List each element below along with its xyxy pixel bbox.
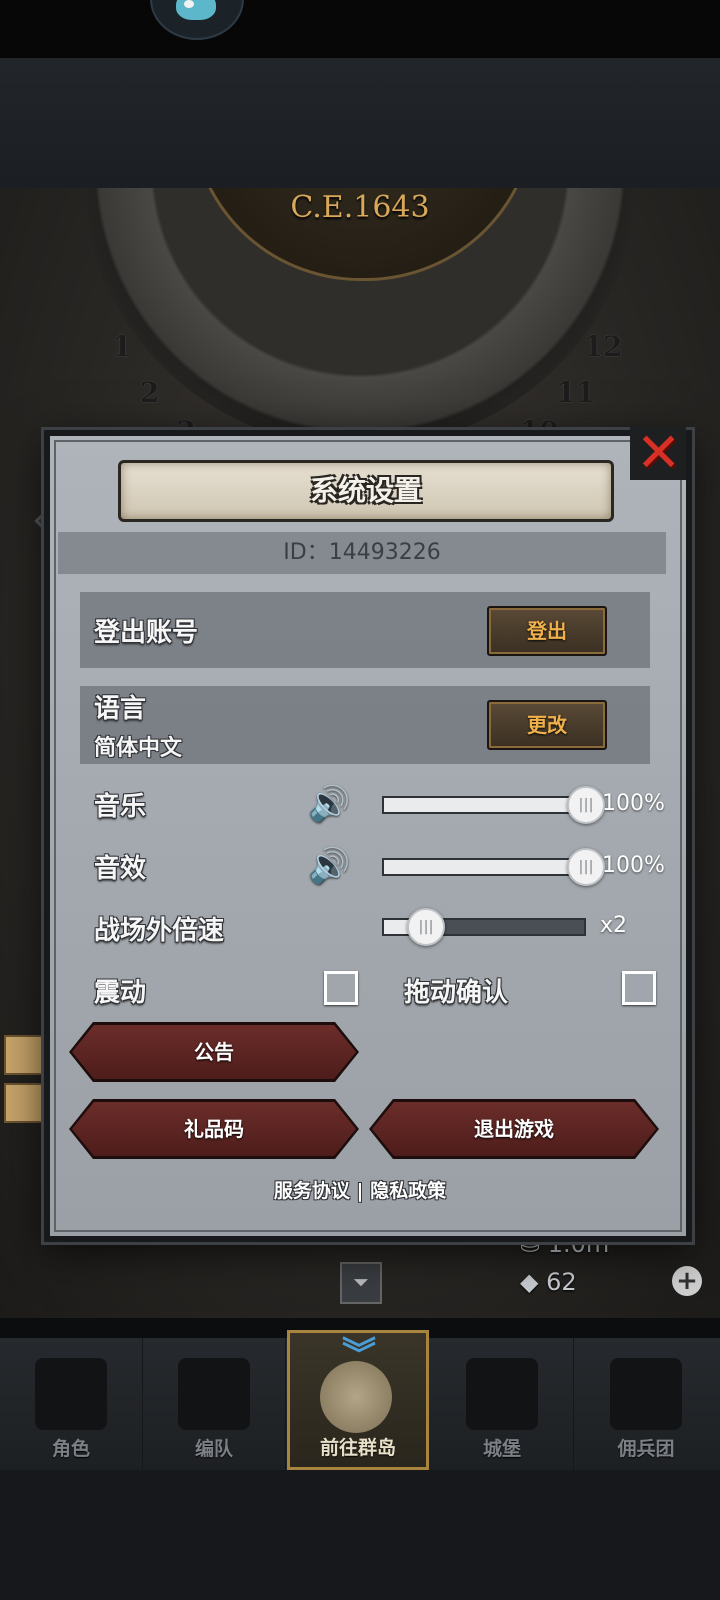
music-percent: 100% xyxy=(602,791,665,816)
speed-slider-knob[interactable] xyxy=(407,908,445,946)
nav-item-formation[interactable]: 编队 xyxy=(143,1338,286,1470)
language-label: 语言 xyxy=(94,694,147,724)
nav-item-character[interactable]: 角色 xyxy=(0,1338,143,1470)
music-slider-fill xyxy=(384,798,584,812)
player-id: ID：14493226 xyxy=(283,540,441,565)
collapse-icon[interactable]: ⏷ xyxy=(340,1262,382,1304)
nav-item-mercenary[interactable]: 佣兵团 xyxy=(575,1338,717,1470)
bottom-blank xyxy=(0,1470,720,1600)
modal-title: 系统设置 xyxy=(309,474,422,507)
helmet-icon xyxy=(178,1358,250,1430)
knight-icon xyxy=(35,1358,107,1430)
terms-link[interactable]: 服务协议 xyxy=(274,1180,350,1202)
logout-button[interactable]: 登出 xyxy=(487,606,607,656)
gift-code-button[interactable]: 礼品码 xyxy=(72,1102,356,1156)
sfx-label: 音效 xyxy=(94,854,147,884)
title-plate: 系统设置 xyxy=(118,460,614,522)
drag-confirm-checkbox[interactable] xyxy=(622,971,656,1005)
speed-slider[interactable] xyxy=(382,908,586,946)
mercenary-icon xyxy=(610,1358,682,1430)
language-value: 简体中文 xyxy=(94,736,183,761)
top-band xyxy=(0,58,720,188)
castle-icon xyxy=(466,1358,538,1430)
nav-item-castle[interactable]: 城堡 xyxy=(431,1338,574,1470)
side-quest-icons[interactable] xyxy=(4,1035,44,1145)
change-language-button[interactable]: 更改 xyxy=(487,700,607,750)
dial-number-11: 11 xyxy=(556,375,596,409)
close-button[interactable]: ✕ xyxy=(630,426,686,480)
id-bar: ID：14493226 xyxy=(58,532,666,574)
crystal-count: ◆ 62 xyxy=(520,1268,577,1296)
drag-confirm-label: 拖动确认 xyxy=(404,978,509,1008)
vibration-label: 震动 xyxy=(94,978,147,1008)
globe-icon xyxy=(320,1361,392,1433)
privacy-link[interactable]: 隐私政策 xyxy=(370,1180,446,1202)
music-speaker-icon[interactable]: 🔊 xyxy=(308,784,352,824)
dial-number-1: 1 xyxy=(112,329,132,363)
footer-links: 服务协议 | 隐私政策 xyxy=(0,1176,720,1203)
sfx-percent: 100% xyxy=(602,853,665,878)
speed-value: x2 xyxy=(600,913,628,938)
exit-game-button[interactable]: 退出游戏 xyxy=(372,1102,656,1156)
year-label: C.E.1643 xyxy=(290,190,430,225)
music-slider[interactable] xyxy=(382,786,605,824)
footer-separator: | xyxy=(356,1180,364,1202)
logout-label: 登出账号 xyxy=(94,618,199,648)
dial-number-2: 2 xyxy=(139,375,160,409)
vibration-checkbox[interactable] xyxy=(324,971,358,1005)
sfx-slider[interactable] xyxy=(382,848,605,886)
music-slider-knob[interactable] xyxy=(567,786,605,824)
sfx-slider-fill xyxy=(384,860,584,874)
dial-number-12: 12 xyxy=(583,329,623,363)
nav-item-islands[interactable]: ︾ 前往群岛 xyxy=(287,1330,429,1470)
speed-label: 战场外倍速 xyxy=(94,916,225,946)
notice-button[interactable]: 公告 xyxy=(72,1025,356,1079)
music-label: 音乐 xyxy=(94,792,147,822)
sfx-speaker-icon[interactable]: 🔊 xyxy=(308,846,352,886)
status-area xyxy=(0,0,720,58)
bottom-nav: 角色 编队 ︾ 前往群岛 城堡 佣兵团 xyxy=(0,1330,720,1470)
add-resource-button[interactable]: + xyxy=(672,1266,702,1296)
sfx-slider-knob[interactable] xyxy=(567,848,605,886)
close-icon: ✕ xyxy=(636,421,682,484)
